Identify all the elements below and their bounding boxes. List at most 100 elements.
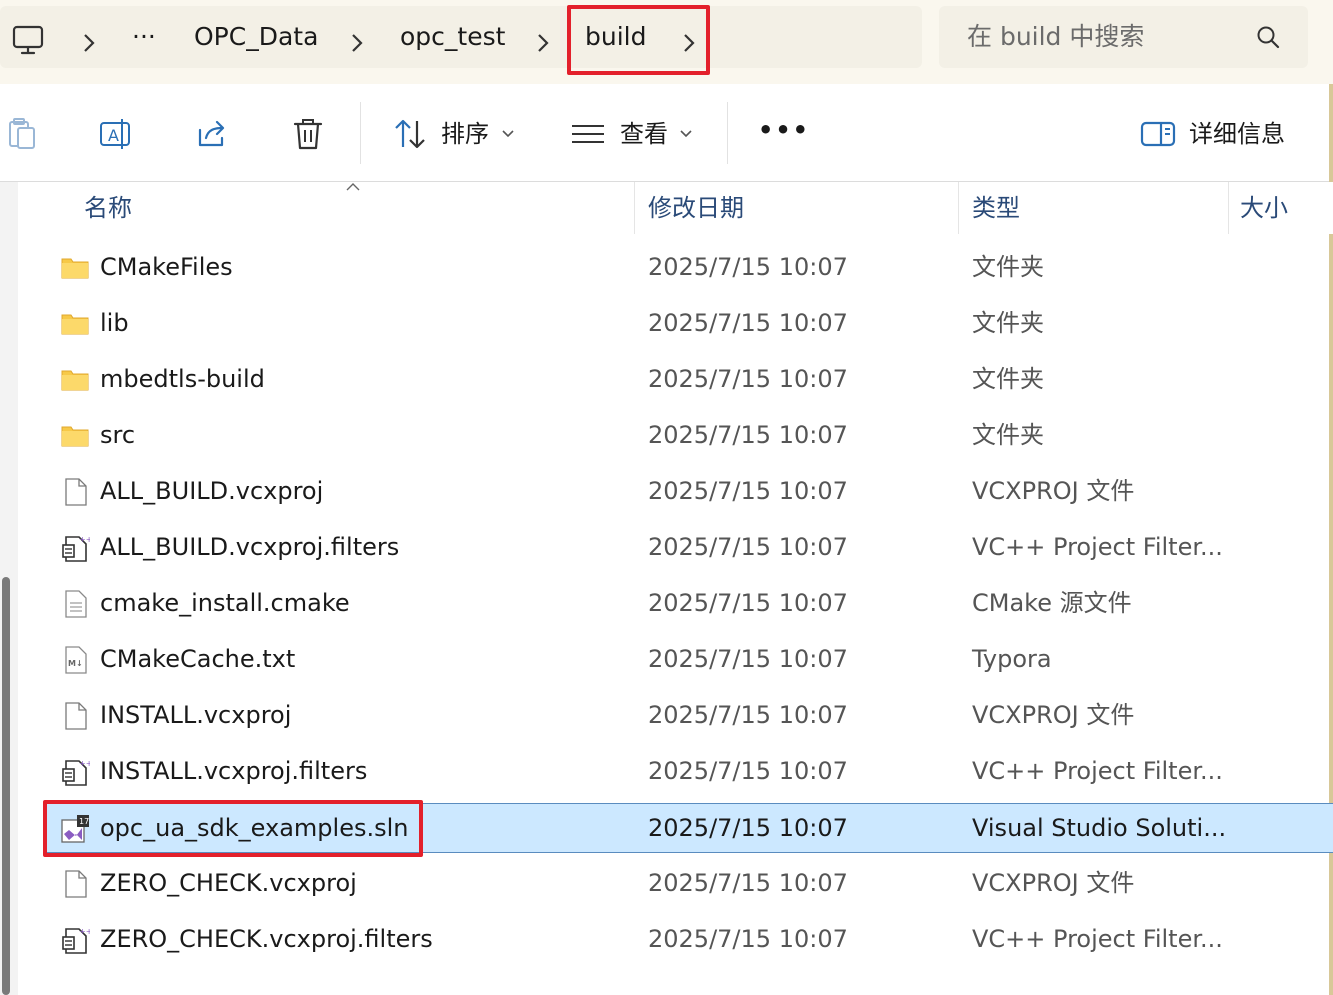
file-modified-date: 2025/7/15 10:07 bbox=[648, 757, 848, 785]
more-options-button[interactable]: ••• bbox=[758, 114, 810, 146]
search-input[interactable]: 在 build 中搜索 bbox=[939, 6, 1308, 68]
folder-icon bbox=[61, 370, 89, 391]
file-modified-date: 2025/7/15 10:07 bbox=[648, 814, 848, 842]
file-modified-date: 2025/7/15 10:07 bbox=[648, 533, 848, 561]
chevron-right-icon[interactable] bbox=[532, 32, 554, 54]
rename-icon[interactable]: A bbox=[98, 116, 134, 152]
file-row[interactable]: 17 opc_ua_sdk_examples.sln 2025/7/15 10:07… bbox=[44, 803, 1333, 853]
file-row[interactable]: ++ INSTALL.vcxproj.filters 2025/7/15 10:07… bbox=[44, 747, 1333, 797]
file-name: ZERO_CHECK.vcxproj bbox=[100, 869, 357, 897]
file-name: ALL_BUILD.vcxproj.filters bbox=[100, 533, 400, 561]
navigation-pane-scrollbar[interactable] bbox=[0, 182, 18, 995]
folder-icon bbox=[61, 426, 89, 447]
details-button[interactable]: 详细信息 bbox=[1189, 118, 1285, 150]
file-modified-date: 2025/7/15 10:07 bbox=[648, 253, 848, 281]
file-name: lib bbox=[100, 309, 129, 337]
file-row[interactable]: lib 2025/7/15 10:07 文件夹 bbox=[44, 299, 1333, 349]
file-name: CMakeFiles bbox=[100, 253, 233, 281]
svg-text:++: ++ bbox=[79, 759, 90, 768]
breadcrumb-item-opc-test[interactable]: opc_test bbox=[400, 20, 505, 54]
this-pc-icon[interactable] bbox=[10, 22, 46, 58]
svg-text:17: 17 bbox=[79, 817, 89, 826]
chevron-right-icon[interactable] bbox=[78, 32, 100, 54]
file-name: INSTALL.vcxproj bbox=[100, 701, 292, 729]
chevron-right-icon[interactable] bbox=[678, 32, 700, 54]
column-header-type[interactable]: 类型 bbox=[972, 192, 1020, 224]
filter-file-icon: ++ bbox=[62, 927, 90, 954]
search-icon[interactable] bbox=[1255, 24, 1281, 50]
file-modified-date: 2025/7/15 10:07 bbox=[648, 701, 848, 729]
column-divider[interactable] bbox=[958, 182, 959, 234]
file-modified-date: 2025/7/15 10:07 bbox=[648, 869, 848, 897]
file-row[interactable]: ALL_BUILD.vcxproj 2025/7/15 10:07 VCXPROJ … bbox=[44, 467, 1333, 517]
paste-icon[interactable] bbox=[4, 116, 40, 152]
file-row[interactable]: INSTALL.vcxproj 2025/7/15 10:07 VCXPROJ 文件 bbox=[44, 691, 1333, 741]
file-name: src bbox=[100, 421, 136, 449]
file-row[interactable]: CMakeFiles 2025/7/15 10:07 文件夹 bbox=[44, 243, 1333, 293]
breadcrumb-item-build[interactable]: build bbox=[585, 20, 646, 54]
delete-icon[interactable] bbox=[290, 116, 326, 152]
svg-text:++: ++ bbox=[79, 927, 90, 936]
file-row[interactable]: src 2025/7/15 10:07 文件夹 bbox=[44, 411, 1333, 461]
column-divider[interactable] bbox=[1228, 182, 1229, 234]
file-type: VC++ Project Filter... bbox=[972, 925, 1223, 953]
text-file-icon bbox=[65, 590, 87, 618]
blank-file-icon bbox=[65, 870, 87, 898]
search-placeholder: 在 build 中搜索 bbox=[967, 22, 1145, 51]
file-type: 文件夹 bbox=[972, 365, 1044, 393]
column-header-name[interactable]: 名称 bbox=[84, 192, 132, 224]
file-type: CMake 源文件 bbox=[972, 589, 1132, 617]
svg-text:A: A bbox=[108, 126, 119, 145]
blank-file-icon bbox=[65, 702, 87, 730]
svg-text:++: ++ bbox=[79, 535, 90, 544]
sort-ascending-icon bbox=[346, 183, 360, 191]
share-icon[interactable] bbox=[194, 116, 230, 152]
filter-file-icon: ++ bbox=[62, 535, 90, 562]
file-name: mbedtls-build bbox=[100, 365, 265, 393]
file-row[interactable]: mbedtls-build 2025/7/15 10:07 文件夹 bbox=[44, 355, 1333, 405]
sort-button[interactable]: 排序 bbox=[441, 118, 489, 150]
file-type: Typora bbox=[972, 645, 1052, 673]
command-bar: A 排序 查看 ••• 详细信息 bbox=[0, 84, 1333, 182]
chevron-down-icon[interactable] bbox=[500, 126, 516, 142]
file-type: 文件夹 bbox=[972, 253, 1044, 281]
column-divider[interactable] bbox=[634, 182, 635, 234]
breadcrumb-item-opc-data[interactable]: OPC_Data bbox=[194, 20, 318, 54]
folder-icon bbox=[61, 258, 89, 279]
file-row[interactable]: M↓ CMakeCache.txt 2025/7/15 10:07 Typora bbox=[44, 635, 1333, 685]
file-modified-date: 2025/7/15 10:07 bbox=[648, 309, 848, 337]
sort-icon[interactable] bbox=[392, 116, 428, 152]
view-icon[interactable] bbox=[570, 116, 606, 152]
file-row[interactable]: cmake_install.cmake 2025/7/15 10:07 CMake … bbox=[44, 579, 1333, 629]
blank-file-icon bbox=[65, 478, 87, 506]
chevron-right-icon[interactable] bbox=[346, 32, 368, 54]
file-modified-date: 2025/7/15 10:07 bbox=[648, 477, 848, 505]
file-row[interactable]: ++ ZERO_CHECK.vcxproj.filters 2025/7/15 10… bbox=[44, 915, 1333, 965]
file-name: cmake_install.cmake bbox=[100, 589, 350, 617]
file-modified-date: 2025/7/15 10:07 bbox=[648, 365, 848, 393]
file-modified-date: 2025/7/15 10:07 bbox=[648, 645, 848, 673]
column-header-row: 名称 修改日期 类型 大小 bbox=[18, 182, 1333, 234]
column-header-date[interactable]: 修改日期 bbox=[648, 192, 744, 224]
folder-icon bbox=[61, 314, 89, 335]
chevron-down-icon[interactable] bbox=[678, 126, 694, 142]
file-type: 文件夹 bbox=[972, 309, 1044, 337]
breadcrumb-overflow[interactable]: ··· bbox=[132, 20, 156, 54]
file-name: CMakeCache.txt bbox=[100, 645, 296, 673]
visual-studio-solution-icon: 17 bbox=[61, 815, 89, 843]
view-button[interactable]: 查看 bbox=[620, 118, 668, 150]
address-area: ··· OPC_Data opc_test build 在 build 中搜索 bbox=[0, 0, 1333, 84]
scrollbar-thumb[interactable] bbox=[2, 577, 10, 995]
filter-file-icon: ++ bbox=[62, 759, 90, 786]
file-name: INSTALL.vcxproj.filters bbox=[100, 757, 368, 785]
file-modified-date: 2025/7/15 10:07 bbox=[648, 589, 848, 617]
toolbar-divider bbox=[360, 102, 361, 164]
file-row[interactable]: ZERO_CHECK.vcxproj 2025/7/15 10:07 VCXPROJ… bbox=[44, 859, 1333, 909]
column-header-size[interactable]: 大小 bbox=[1240, 192, 1288, 224]
file-type: VC++ Project Filter... bbox=[972, 757, 1223, 785]
file-row[interactable]: ++ ALL_BUILD.vcxproj.filters 2025/7/15 10:… bbox=[44, 523, 1333, 573]
markdown-file-icon: M↓ bbox=[65, 646, 87, 674]
file-modified-date: 2025/7/15 10:07 bbox=[648, 925, 848, 953]
details-pane-icon[interactable] bbox=[1140, 116, 1176, 152]
breadcrumb[interactable]: ··· OPC_Data opc_test build bbox=[0, 6, 922, 68]
